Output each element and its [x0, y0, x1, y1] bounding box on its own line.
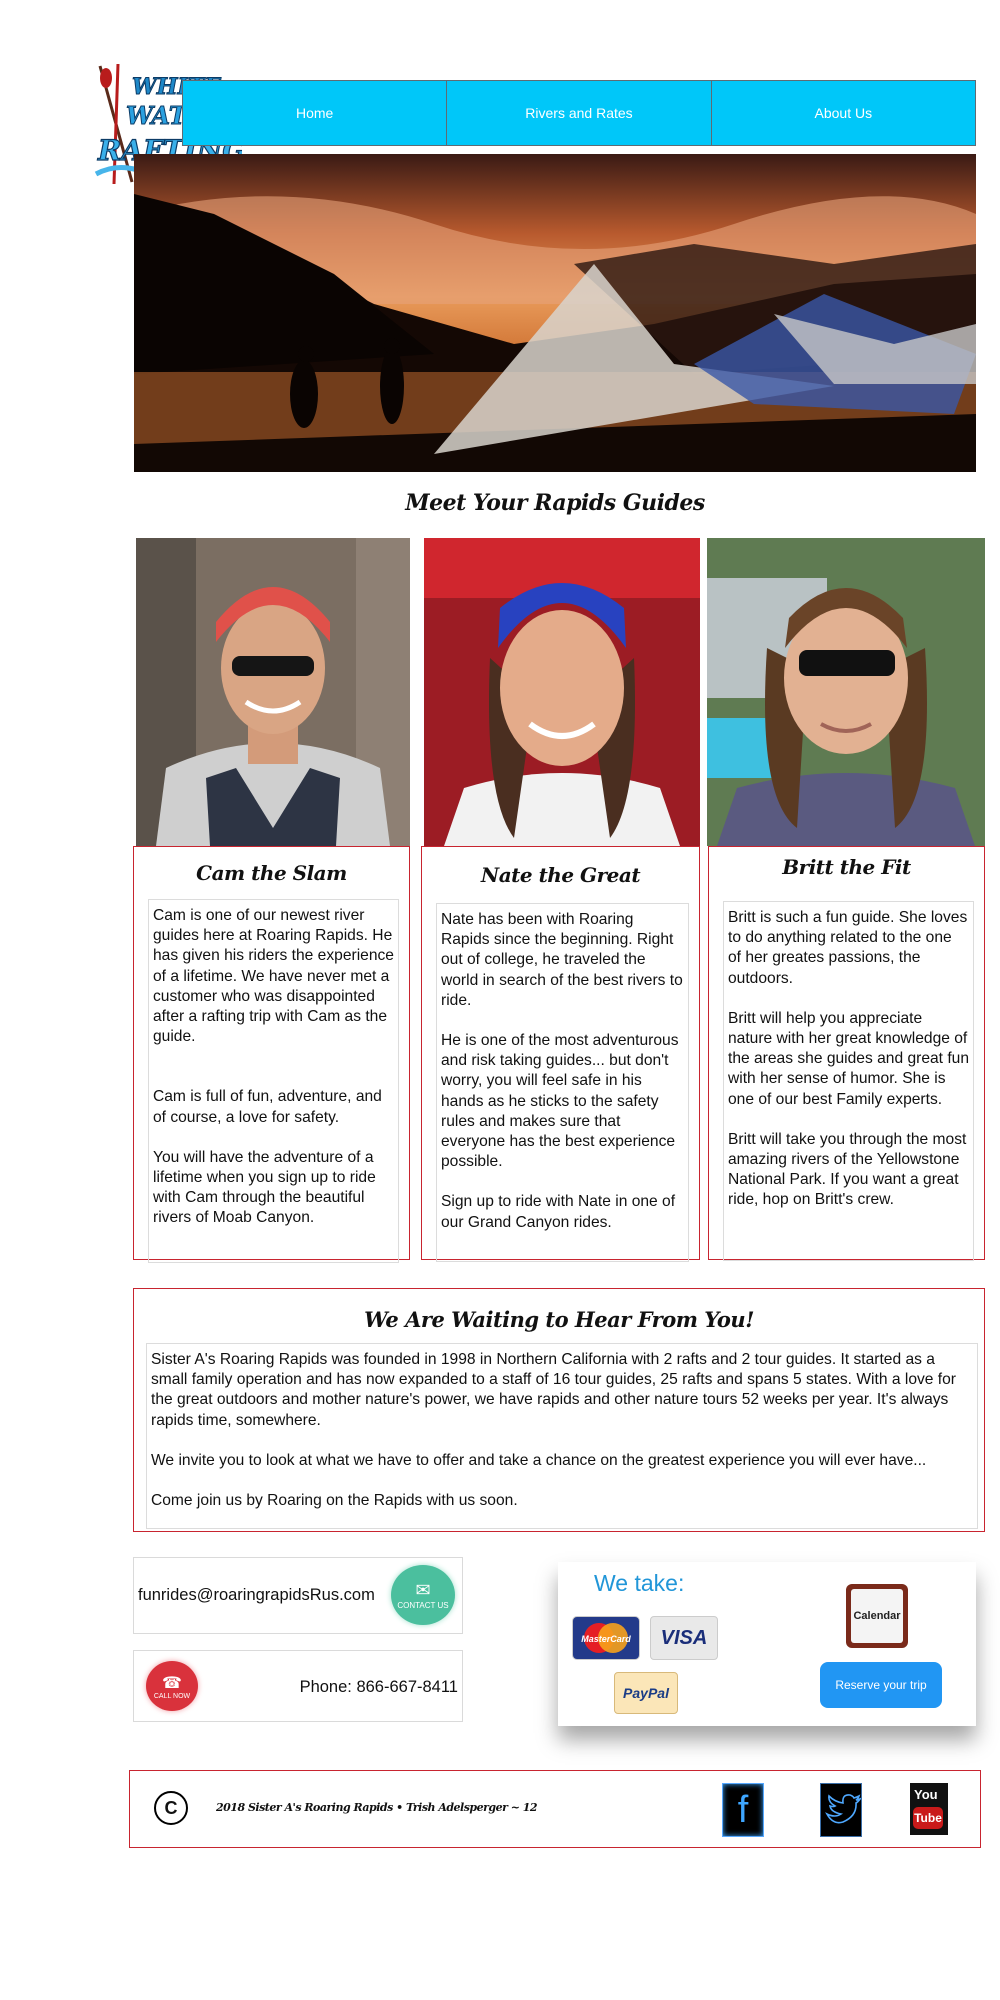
- main-nav: Home Rivers and Rates About Us: [182, 80, 976, 146]
- mastercard-icon: MasterCard: [572, 1616, 640, 1660]
- guide-bio-paragraph: He is one of the most adventurous and ri…: [441, 1032, 679, 1171]
- call-now-icon[interactable]: ☎ CALL NOW: [146, 1661, 198, 1711]
- guide-bio-paragraph: Britt is such a fun guide. She loves to …: [728, 909, 968, 987]
- guide-bio-paragraph: Britt will take you through the most ama…: [728, 1130, 967, 1209]
- nav-home[interactable]: Home: [182, 80, 448, 146]
- email-address[interactable]: funrides@roaringrapidsRus.com: [138, 1586, 375, 1605]
- copyright-icon: C: [154, 1791, 188, 1825]
- nav-rivers-and-rates[interactable]: Rivers and Rates: [447, 80, 712, 146]
- guide-bio-paragraph: Sign up to ride with Nate in one of our …: [441, 1193, 676, 1231]
- guide-bio-paragraph: Britt will help you appreciate nature wi…: [728, 1009, 970, 1108]
- guides-section-title: Meet Your Rapids Guides: [405, 490, 705, 516]
- calendar-label: Calendar: [851, 1589, 903, 1643]
- guide-photo-cam: [136, 538, 410, 846]
- footer-text: 2018 Sister A's Roaring Rapids • Trish A…: [216, 1801, 538, 1814]
- guide-card-nate: Nate the Great Nate has been with Roarin…: [421, 846, 700, 1262]
- contact-us-icon-label: CONTACT US: [397, 1601, 449, 1610]
- guide-name: Britt the Fit: [782, 855, 911, 879]
- email-contact-box: funrides@roaringrapidsRus.com ✉ CONTACT …: [133, 1557, 463, 1634]
- paypal-icon: PayPal: [614, 1672, 678, 1714]
- about-title: We Are Waiting to Hear From You!: [364, 1307, 754, 1332]
- guide-bio: Nate has been with Roaring Rapids since …: [436, 903, 689, 1262]
- nav-about-us[interactable]: About Us: [711, 80, 976, 146]
- visa-icon: VISA: [650, 1616, 718, 1660]
- facebook-icon[interactable]: f: [722, 1783, 764, 1837]
- guide-bio-paragraph: Nate has been with Roaring Rapids since …: [441, 911, 683, 1009]
- payment-card: We take: MasterCard VISA PayPal Calendar…: [558, 1562, 976, 1726]
- about-paragraph: Come join us by Roaring on the Rapids wi…: [151, 1492, 518, 1510]
- guide-name: Cam the Slam: [196, 861, 347, 885]
- guide-photo-nate: [424, 538, 700, 846]
- payment-heading: We take:: [594, 1570, 685, 1596]
- guide-bio: Cam is one of our newest river guides he…: [148, 899, 399, 1263]
- contact-us-icon[interactable]: ✉ CONTACT US: [391, 1565, 455, 1625]
- guide-card-cam: Cam the Slam Cam is one of our newest ri…: [133, 846, 410, 1263]
- about-paragraph: We invite you to look at what we have to…: [151, 1451, 927, 1469]
- mastercard-label: MasterCard: [581, 1634, 631, 1644]
- guide-bio-paragraph: Cam is full of fun, adventure, and of co…: [153, 1088, 382, 1126]
- guide-card-britt: Britt the Fit Britt is such a fun guide.…: [708, 846, 985, 1261]
- youtube-icon[interactable]: You Tube: [910, 1783, 948, 1835]
- phone-number: Phone: 866-667-8411: [299, 1678, 458, 1696]
- about-text: Sister A's Roaring Rapids was founded in…: [146, 1343, 978, 1529]
- footer: C 2018 Sister A's Roaring Rapids • Trish…: [129, 1770, 981, 1848]
- twitter-icon[interactable]: [820, 1783, 863, 1837]
- phone-contact-box: ☎ CALL NOW Phone: 866-667-8411: [133, 1650, 463, 1722]
- guide-photo-britt: [707, 538, 985, 846]
- hero-image: [134, 154, 976, 472]
- guide-bio-paragraph: You will have the adventure of a lifetim…: [153, 1148, 376, 1227]
- about-paragraph: Sister A's Roaring Rapids was founded in…: [151, 1351, 956, 1429]
- calendar-icon[interactable]: Calendar: [846, 1584, 908, 1648]
- guide-bio: Britt is such a fun guide. She loves to …: [723, 901, 974, 1261]
- youtube-icon-bottom: Tube: [913, 1807, 943, 1829]
- call-now-icon-label: CALL NOW: [153, 1692, 191, 1700]
- guide-name: Nate the Great: [480, 863, 641, 887]
- reserve-trip-button[interactable]: Reserve your trip: [820, 1662, 942, 1708]
- about-card: We Are Waiting to Hear From You! Sister …: [133, 1288, 985, 1532]
- guide-bio-paragraph: Cam is one of our newest river guides he…: [153, 907, 394, 1046]
- youtube-icon-top: You: [914, 1787, 938, 1802]
